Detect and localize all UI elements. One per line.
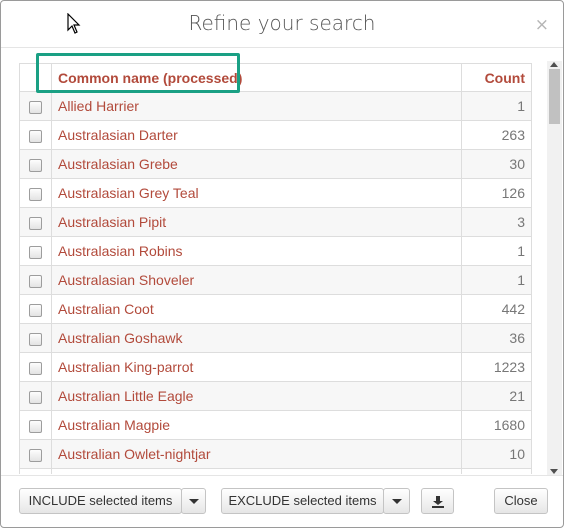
exclude-selected-button[interactable]: EXCLUDE selected items: [221, 488, 384, 514]
common-name-link[interactable]: Australasian Pipit: [51, 207, 462, 237]
row-checkbox-cell: [19, 294, 52, 324]
row-checkbox[interactable]: [29, 217, 42, 231]
count-value: 1223: [461, 352, 532, 382]
common-name-link[interactable]: [51, 468, 462, 474]
count-value: 1: [461, 91, 532, 121]
count-value: 1680: [461, 410, 532, 440]
table-row: Australasian Darter 263: [19, 120, 532, 150]
download-button[interactable]: [421, 488, 454, 514]
row-checkbox[interactable]: [29, 449, 42, 463]
count-value: 263: [461, 120, 532, 150]
header-highlight-box: [36, 53, 240, 93]
table-row: Australasian Shoveler 1: [19, 265, 532, 295]
common-name-link[interactable]: Australian Owlet-nightjar: [51, 439, 462, 469]
table-row: Australasian Robins 1: [19, 236, 532, 266]
row-checkbox[interactable]: [29, 130, 42, 144]
table-row: Australasian Grebe 30: [19, 149, 532, 179]
count-value: 30: [461, 149, 532, 179]
table-row: Australasian Grey Teal 126: [19, 178, 532, 208]
row-checkbox-cell: [19, 149, 52, 179]
row-checkbox-cell: [19, 323, 52, 353]
row-checkbox-cell: [19, 120, 52, 150]
table-row: [19, 468, 532, 474]
row-checkbox-cell: [19, 410, 52, 440]
row-checkbox-cell: [19, 381, 52, 411]
facet-table-container: Common name (processed) Count Allied Har…: [19, 63, 532, 474]
row-checkbox[interactable]: [29, 362, 42, 376]
row-checkbox-cell: [19, 207, 52, 237]
chevron-down-icon: [188, 499, 199, 505]
common-name-link[interactable]: Australasian Robins: [51, 236, 462, 266]
common-name-link[interactable]: Australian Magpie: [51, 410, 462, 440]
row-checkbox[interactable]: [29, 159, 42, 173]
dialog-footer: INCLUDE selected items EXCLUDE selected …: [1, 475, 563, 527]
row-checkbox[interactable]: [29, 188, 42, 202]
count-value: 442: [461, 294, 532, 324]
row-checkbox-cell: [19, 265, 52, 295]
common-name-link[interactable]: Australian Coot: [51, 294, 462, 324]
row-checkbox-cell: [19, 178, 52, 208]
include-dropdown-button[interactable]: [181, 488, 206, 514]
table-row: Australian King-parrot 1223: [19, 352, 532, 382]
row-checkbox[interactable]: [29, 275, 42, 289]
row-checkbox[interactable]: [29, 101, 42, 115]
row-checkbox[interactable]: [29, 391, 42, 405]
row-checkbox[interactable]: [29, 304, 42, 318]
count-value: 3: [461, 207, 532, 237]
scroll-down-arrow-icon[interactable]: [550, 469, 558, 474]
count-value: 36: [461, 323, 532, 353]
table-row: Australian Little Eagle 21: [19, 381, 532, 411]
common-name-link[interactable]: Allied Harrier: [51, 91, 462, 121]
row-checkbox-cell: [19, 439, 52, 469]
close-icon[interactable]: ×: [535, 15, 549, 35]
common-name-link[interactable]: Australasian Darter: [51, 120, 462, 150]
table-row: Australian Goshawk 36: [19, 323, 532, 353]
header-count[interactable]: Count: [461, 63, 532, 92]
table-row: Australasian Pipit 3: [19, 207, 532, 237]
count-value: 1: [461, 265, 532, 295]
scroll-up-arrow-icon[interactable]: [550, 62, 558, 67]
scrollbar-thumb[interactable]: [549, 69, 560, 124]
table-row: Australian Owlet-nightjar 10: [19, 439, 532, 469]
facet-table: Common name (processed) Count Allied Har…: [19, 63, 532, 474]
row-checkbox[interactable]: [29, 246, 42, 260]
common-name-link[interactable]: Australasian Shoveler: [51, 265, 462, 295]
dialog-header: Refine your search ×: [1, 1, 563, 48]
row-checkbox-cell: [19, 352, 52, 382]
common-name-link[interactable]: Australian Little Eagle: [51, 381, 462, 411]
common-name-link[interactable]: Australasian Grebe: [51, 149, 462, 179]
include-selected-button[interactable]: INCLUDE selected items: [19, 488, 182, 514]
row-checkbox[interactable]: [29, 420, 42, 434]
chevron-down-icon: [391, 499, 402, 505]
mouse-cursor-icon: [67, 13, 81, 34]
count-value: 10: [461, 439, 532, 469]
row-checkbox[interactable]: [29, 333, 42, 347]
row-checkbox-cell: [19, 236, 52, 266]
dialog-body: Common name (processed) Count Allied Har…: [1, 48, 563, 474]
row-checkbox-cell: [19, 91, 52, 121]
common-name-link[interactable]: Australasian Grey Teal: [51, 178, 462, 208]
count-value: [461, 468, 532, 474]
table-row: Australian Coot 442: [19, 294, 532, 324]
count-value: 126: [461, 178, 532, 208]
vertical-scrollbar[interactable]: [547, 61, 562, 476]
refine-search-dialog: Refine your search × Common name (proces…: [0, 0, 564, 528]
common-name-link[interactable]: Australian Goshawk: [51, 323, 462, 353]
close-button[interactable]: Close: [494, 488, 548, 514]
row-checkbox-cell: [19, 468, 52, 474]
exclude-dropdown-button[interactable]: [383, 488, 410, 514]
count-value: 1: [461, 236, 532, 266]
dialog-title: Refine your search: [188, 11, 376, 35]
common-name-link[interactable]: Australian King-parrot: [51, 352, 462, 382]
table-row: Allied Harrier 1: [19, 91, 532, 121]
count-value: 21: [461, 381, 532, 411]
download-icon: [431, 495, 444, 508]
table-row: Australian Magpie 1680: [19, 410, 532, 440]
